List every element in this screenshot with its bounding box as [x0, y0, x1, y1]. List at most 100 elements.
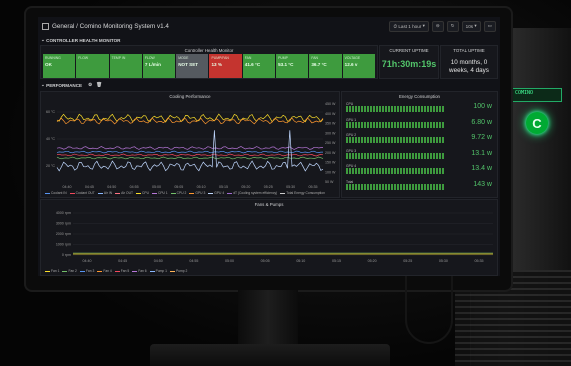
x-tick-label: 05:20 [368, 259, 377, 263]
legend-label: Fan 3 [85, 269, 95, 273]
health-tile: MODE NOT SET [176, 54, 209, 78]
x-tick-label: 05:20 [241, 185, 250, 189]
tile-label: TEMP IN [111, 56, 126, 60]
legend-item[interactable]: Air IN [97, 191, 113, 195]
total-uptime-panel: TOTAL UPTIME 10 months, 0 weeks, 4 days [440, 45, 498, 79]
legend-item[interactable]: Air OUT [115, 191, 133, 195]
legend-label: Total Energy Consumption [286, 191, 325, 195]
legend-item[interactable]: dT (Cooling system efficiency) [227, 191, 277, 195]
legend-swatch [132, 270, 138, 272]
energy-row: GPU 4 13.4 w [346, 164, 492, 175]
tile-label: FLOW [78, 56, 89, 60]
total-uptime-value: 10 months, 0 weeks, 4 days [449, 59, 489, 74]
legend-label: Fan 5 [120, 269, 130, 273]
legend-item[interactable]: Fan 5 [114, 269, 130, 273]
x-tick-label: 05:10 [296, 259, 305, 263]
tv-mode-button[interactable]: ▭ [483, 20, 496, 32]
health-tile: FAN 36.7 °C [309, 54, 342, 78]
legend-item[interactable]: Fan 4 [97, 269, 112, 273]
fans-chart: 4000 rpm 3000 rpm 2000 rpm 1000 rpm 0 rpm 04:… [56, 211, 493, 263]
x-tick-label: 04:50 [107, 185, 116, 189]
legend-label: Pump 1 [155, 269, 167, 273]
legend-label: Air OUT [121, 191, 133, 195]
fans-pumps-panel[interactable]: Fans & Pumps 4000 rpm 3000 rpm 2000 rpm 100… [40, 199, 498, 276]
energy-value: 143 w [473, 180, 492, 188]
y2-tick-label: 200 W [325, 151, 336, 155]
time-range-picker[interactable]: ⏱ Last 1 hour ▾ [389, 20, 429, 32]
tile-value: 36.7 °C [311, 62, 327, 67]
delete-icon[interactable]: 🗑 [96, 82, 102, 88]
energy-bar-gauge [346, 152, 446, 159]
legend-label: Fan 6 [138, 269, 147, 273]
tile-value: 41.6 °C [244, 62, 261, 67]
legend-item[interactable]: Coolant OUT [69, 191, 95, 195]
cooling-performance-panel[interactable]: Cooling Performance 60 °C 40 °C 20 °C 450 W… [40, 91, 340, 198]
legend-item[interactable]: CPU 1 [151, 191, 168, 195]
series-line [56, 117, 324, 125]
legend-label: Fan 2 [68, 269, 77, 273]
legend-item[interactable]: Fan 1 [45, 269, 59, 273]
legend-item[interactable]: Fan 3 [79, 269, 95, 273]
tile-value: 7 L/min [144, 62, 161, 67]
legend-swatch [62, 270, 68, 272]
legend-item[interactable]: Total Energy Consumption [280, 191, 325, 195]
breadcrumb[interactable]: General / Comino Monitoring System v1.4 [52, 23, 169, 30]
time-range-label: Last 1 hour [398, 23, 422, 29]
legend-item[interactable]: CPU [135, 191, 149, 195]
x-tick-label: 05:00 [225, 259, 234, 263]
section-performance[interactable]: ⌄ PERFORMANCE ⚙ 🗑 [38, 81, 500, 89]
legend-item[interactable]: Fan 2 [62, 269, 77, 273]
tile-label: FLOW [144, 56, 155, 60]
y-tick-label: 60 °C [46, 110, 55, 114]
legend-item[interactable]: Pump 1 [149, 269, 167, 273]
legend-swatch [97, 270, 103, 272]
legend-item[interactable]: GPU 4 [208, 191, 224, 195]
energy-value: 100 w [473, 103, 492, 110]
legend-swatch [208, 192, 214, 194]
legend-swatch [170, 270, 175, 272]
legend-label: CPU 2 [176, 191, 187, 195]
dashboard-grid-icon[interactable] [42, 22, 49, 30]
legend-label: GPU 3 [195, 191, 206, 195]
legend-label: GPU 4 [214, 191, 225, 195]
health-tile: FLOW [76, 54, 109, 78]
legend-label: dT (Cooling system efficiency) [233, 191, 278, 195]
legend-swatch [135, 192, 141, 194]
y2-tick-label: 450 W [325, 102, 336, 106]
legend-item[interactable]: Fan 6 [132, 269, 147, 273]
legend-label: Fan 4 [103, 269, 112, 273]
legend-item[interactable]: Coolant IN [45, 191, 67, 195]
series-line [56, 146, 323, 150]
y2-tick-label: 300 W [325, 131, 336, 135]
refresh-button[interactable]: ↻ [446, 20, 459, 32]
y-tick-label: 1000 rpm [56, 243, 71, 247]
legend-swatch [97, 192, 103, 194]
energy-consumption-panel[interactable]: Energy Consumption CPU 100 w GPU 1 6.80 w GP… [341, 91, 498, 198]
x-tick-label: 04:45 [118, 259, 127, 263]
zoom-out-button[interactable]: ⊖ [431, 20, 444, 32]
tile-label: MODE [178, 56, 189, 60]
legend-label: Air IN [103, 191, 113, 195]
x-tick-label: 05:35 [309, 185, 318, 189]
section-controller-health[interactable]: ⌄ CONTROLLER HEALTH MONITOR [38, 36, 500, 44]
refresh-interval-label: 10s [465, 23, 474, 29]
current-uptime-panel: CURRENT UPTIME 71h:30m:19s [379, 45, 439, 79]
monitor-stand-base [150, 344, 390, 366]
refresh-interval-select[interactable]: 10s ▾ [461, 20, 481, 32]
energy-bar-gauge [346, 106, 446, 112]
legend-swatch [189, 192, 195, 194]
legend-item[interactable]: Pump 2 [170, 269, 187, 273]
cooling-legend: Coolant IN Coolant OUT Air IN Air OUT CPU CPU… [45, 191, 325, 195]
y2-tick-label: 100 W [325, 170, 336, 174]
legend-swatch [149, 270, 155, 272]
series-line [56, 150, 323, 154]
tile-label: PUMP [278, 56, 288, 60]
legend-item[interactable]: CPU 2 [170, 191, 187, 195]
settings-gear-icon[interactable]: ⚙ [88, 82, 92, 88]
x-tick-label: 05:00 [152, 185, 161, 189]
tile-label: RUNNING [45, 56, 61, 60]
legend-item[interactable]: GPU 3 [189, 191, 205, 195]
panel-title: Energy Consumption [398, 94, 440, 99]
tile-label: VOLTAGE [344, 56, 361, 60]
legend-swatch [280, 192, 286, 194]
